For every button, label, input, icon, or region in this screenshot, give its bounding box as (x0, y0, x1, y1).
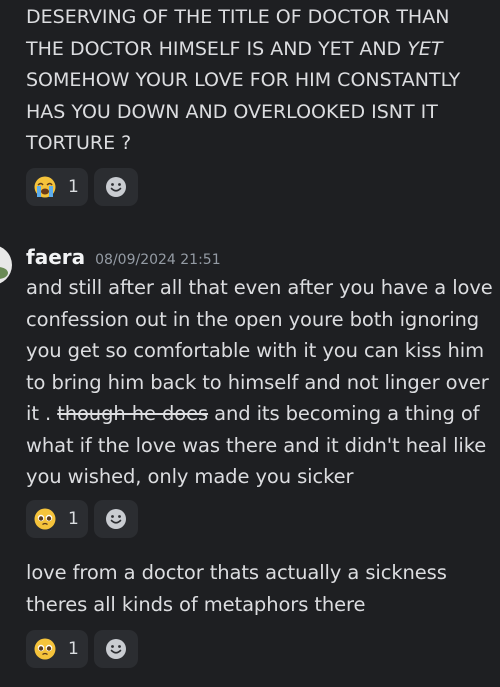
reaction-count: 1 (68, 639, 79, 659)
message-line: DESERVING OF THE TITLE OF DOCTOR THAN (26, 6, 450, 28)
smiley-icon (106, 509, 126, 529)
reaction-bar: 1 (26, 168, 138, 206)
username[interactable]: faera (26, 245, 85, 269)
message-fragment: and its becoming a thing of (208, 402, 480, 425)
reaction-bar: 1 (26, 630, 138, 668)
pleading-face-icon (34, 638, 56, 660)
message-line: what if the love was there and it didn't… (26, 433, 487, 457)
crying-face-icon (34, 176, 56, 198)
message-line: love from a doctor thats actually a sick… (26, 561, 447, 584)
message-line: and still after all that even after you … (26, 276, 493, 299)
strikethrough-text: though he does (57, 402, 209, 425)
timestamp: 08/09/2024 21:51 (95, 252, 221, 268)
emphasis-text: YET (407, 37, 443, 60)
reaction-crying-face[interactable]: 1 (26, 168, 88, 206)
message-line: it . though he does and its becoming a t… (26, 398, 493, 430)
message-line: confession out in the open youre both ig… (26, 307, 480, 331)
reaction-count: 1 (68, 509, 79, 529)
message-text: DESERVING OF THE TITLE OF DOCTOR THAN TH… (26, 2, 460, 160)
message-line: theres all kinds of metaphors there (26, 592, 366, 616)
reaction-pleading-face[interactable]: 1 (26, 500, 88, 538)
message-text: and still after all that even after you … (26, 272, 493, 493)
message-line: TORTURE ? (26, 132, 132, 154)
message-text: love from a doctor thats actually a sick… (26, 557, 447, 620)
avatar[interactable] (0, 245, 12, 285)
message-line: SOMEHOW YOUR LOVE FOR HIM CONSTANTLY (26, 69, 461, 91)
smiley-icon (106, 639, 126, 659)
add-reaction-button[interactable] (94, 630, 138, 668)
reaction-pleading-face[interactable]: 1 (26, 630, 88, 668)
message-fragment: it . (26, 402, 58, 425)
chat-log: DESERVING OF THE TITLE OF DOCTOR THAN TH… (0, 0, 500, 687)
reaction-bar: 1 (26, 500, 138, 538)
message-line: to bring him back to himself and not lin… (26, 370, 489, 394)
message-line: HAS YOU DOWN AND OVERLOOKED ISNT IT (26, 100, 438, 123)
pleading-face-icon (34, 508, 56, 530)
reaction-count: 1 (68, 177, 79, 197)
add-reaction-button[interactable] (94, 168, 138, 206)
message-fragment: THE DOCTOR HIMSELF IS AND YET AND (26, 37, 408, 60)
message-line: you wished, only made you sicker (26, 465, 354, 488)
message-line: THE DOCTOR HIMSELF IS AND YET AND YET (26, 34, 460, 66)
add-reaction-button[interactable] (94, 500, 138, 538)
message-header: faera 08/09/2024 21:51 (26, 245, 221, 269)
smiley-icon (106, 177, 126, 197)
message-line: you get so comfortable with it you can k… (26, 339, 484, 362)
